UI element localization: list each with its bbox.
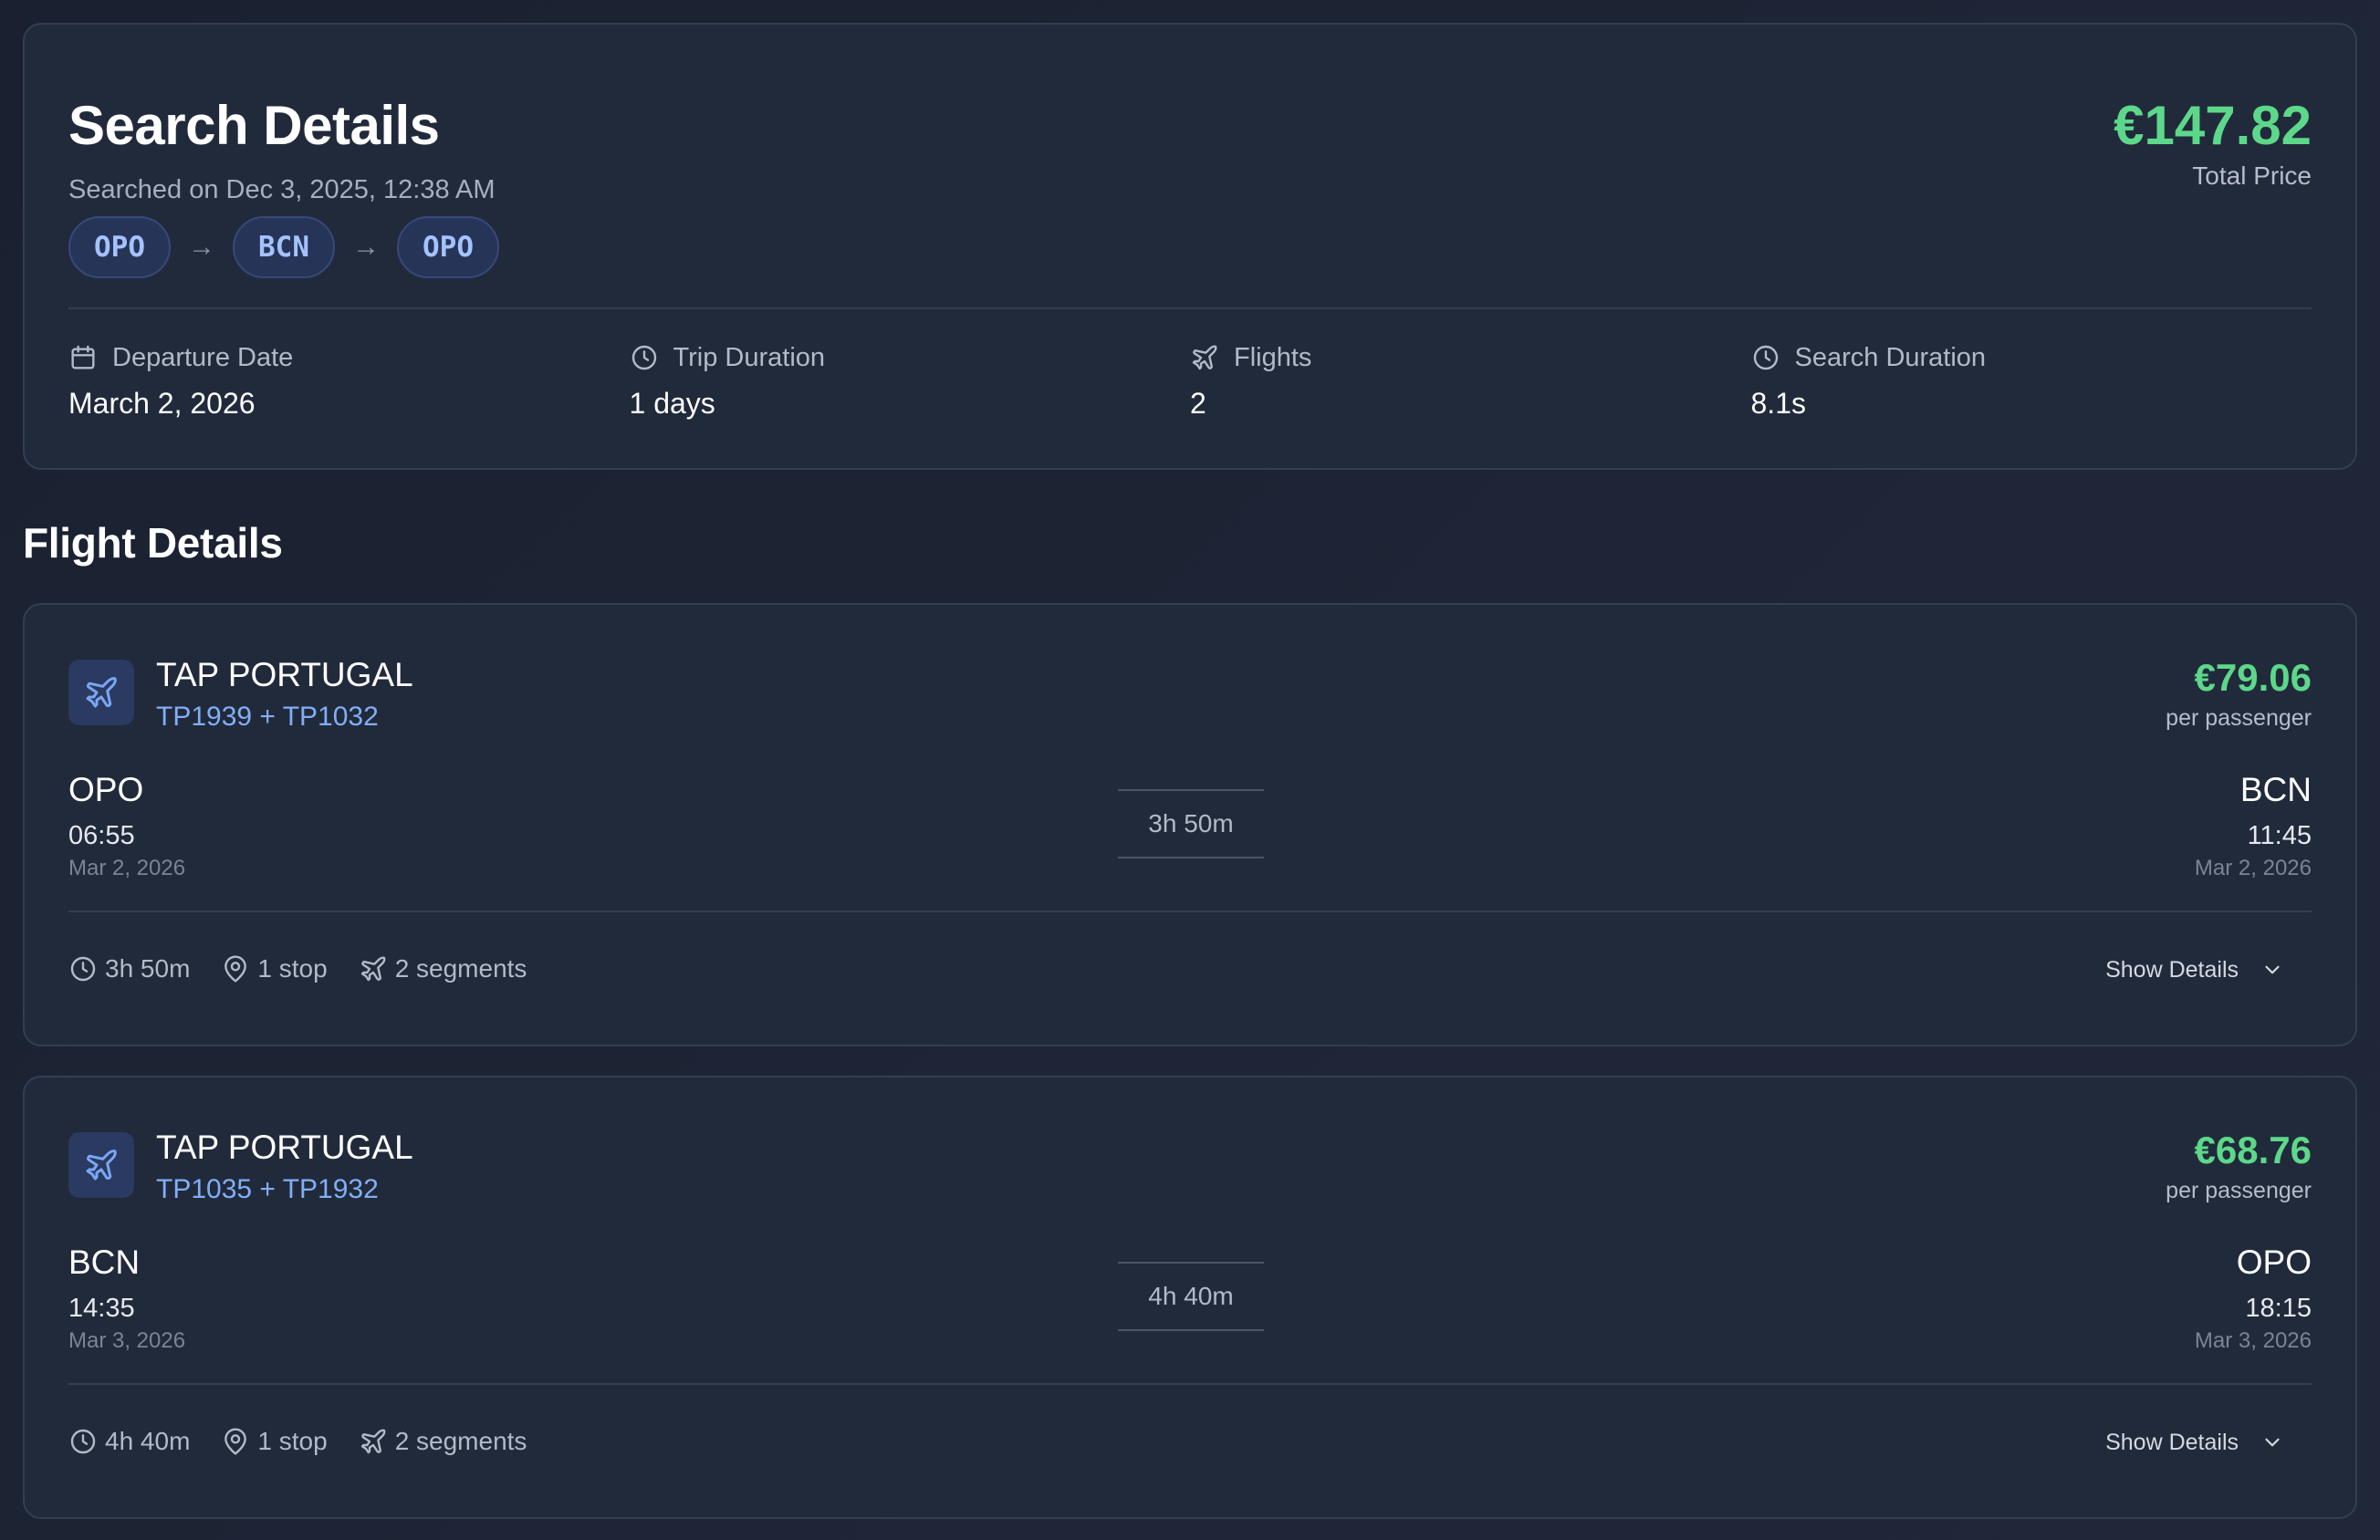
- stat-value: March 2, 2026: [68, 387, 256, 420]
- stat-value: 1 days: [629, 387, 715, 420]
- chevron-down-icon: [2265, 965, 2280, 974]
- meta-stops-text: 1 stop: [257, 1427, 328, 1455]
- search-stats: Departure Date March 2, 2026 Trip Durati…: [68, 339, 2312, 421]
- arrival-date: Mar 2, 2026: [2194, 856, 2312, 880]
- departure-date: Mar 2, 2026: [68, 856, 186, 880]
- meta-duration-text: 4h 40m: [105, 1427, 191, 1455]
- flight-card: TAP PORTUGAL TP1035 + TP1932 €68.76 per …: [23, 1076, 2357, 1519]
- stat-value: 8.1s: [1750, 387, 1806, 420]
- destination-code: OPO: [2236, 1243, 2312, 1281]
- plane-icon: [360, 1429, 386, 1454]
- route-chips: OPO → BCN → OPO: [68, 216, 499, 278]
- meta-duration-text: 3h 50m: [105, 954, 191, 983]
- flight-price: €68.76: [2194, 1129, 2312, 1171]
- arrow-right-icon: →: [188, 232, 215, 262]
- route-chip-stop: BCN: [233, 216, 335, 278]
- flight-details-title: Flight Details: [23, 519, 283, 567]
- stat-label: Departure Date: [112, 342, 294, 372]
- flight-duration: 3h 50m: [1118, 789, 1264, 858]
- clock-icon: [632, 345, 656, 370]
- meta-duration: 3h 50m: [68, 954, 190, 983]
- arrow-right-icon: →: [352, 232, 380, 262]
- meta-stops-text: 1 stop: [257, 954, 328, 983]
- show-details-button[interactable]: Show Details: [2105, 1422, 2312, 1462]
- map-pin-icon: [224, 1428, 247, 1455]
- destination-code: BCN: [2239, 771, 2312, 808]
- plane-icon: [360, 956, 386, 982]
- search-details-title: Search Details: [68, 95, 440, 156]
- page: Search Details Searched on Dec 3, 2025, …: [0, 0, 2380, 1540]
- divider: [68, 1383, 2312, 1385]
- flight-numbers: TP1939 + TP1032: [156, 702, 379, 732]
- chevron-down-icon: [2265, 1438, 2280, 1447]
- departure-time: 14:35: [68, 1294, 135, 1323]
- airline-name: TAP PORTUGAL: [156, 656, 413, 693]
- plane-icon: [1192, 345, 1217, 370]
- clock-icon: [70, 956, 96, 982]
- route-chip-origin: OPO: [68, 216, 171, 278]
- flight-duration: 4h 40m: [1118, 1262, 1264, 1331]
- flight-card: TAP PORTUGAL TP1939 + TP1032 €79.06 per …: [23, 603, 2357, 1046]
- route-chip-return: OPO: [397, 216, 499, 278]
- show-details-label: Show Details: [2105, 1429, 2239, 1455]
- stat-departure-date: Departure Date March 2, 2026: [68, 339, 630, 421]
- flight-numbers: TP1035 + TP1932: [156, 1174, 379, 1204]
- meta-segments: 2 segments: [359, 954, 527, 983]
- stat-trip-duration: Trip Duration 1 days: [630, 339, 1191, 421]
- meta-segments-text: 2 segments: [394, 954, 527, 983]
- meta-segments-text: 2 segments: [394, 1427, 527, 1455]
- map-pin-icon: [224, 955, 247, 983]
- arrival-time: 11:45: [2247, 821, 2312, 850]
- total-price: €147.82: [2114, 95, 2312, 156]
- flight-price: €79.06: [2194, 656, 2312, 699]
- show-details-label: Show Details: [2105, 956, 2239, 983]
- flight-meta: 3h 50m 1 stop 2 segments: [68, 954, 558, 983]
- divider: [68, 307, 2312, 309]
- total-price-label: Total Price: [2192, 161, 2312, 190]
- plane-icon: [86, 1150, 117, 1181]
- price-label: per passenger: [2166, 705, 2312, 731]
- stat-label: Flights: [1234, 342, 1312, 372]
- meta-duration: 4h 40m: [68, 1427, 190, 1456]
- stat-flights: Flights 2: [1190, 339, 1751, 421]
- stat-label: Trip Duration: [673, 342, 826, 372]
- airline-name: TAP PORTUGAL: [156, 1129, 413, 1166]
- show-details-button[interactable]: Show Details: [2105, 950, 2312, 990]
- airline-logo: [68, 660, 134, 725]
- plane-icon: [86, 677, 117, 708]
- airline-logo: [68, 1132, 134, 1198]
- arrival-date: Mar 3, 2026: [2194, 1328, 2312, 1353]
- origin-code: OPO: [68, 771, 144, 808]
- searched-on-text: Searched on Dec 3, 2025, 12:38 AM: [68, 175, 496, 204]
- flight-meta: 4h 40m 1 stop 2 segments: [68, 1427, 558, 1456]
- clock-icon: [1753, 345, 1778, 370]
- price-label: per passenger: [2166, 1178, 2312, 1203]
- calendar-icon: [71, 345, 95, 369]
- stat-label: Search Duration: [1794, 342, 1987, 372]
- departure-time: 06:55: [68, 821, 135, 850]
- search-details-card: Search Details Searched on Dec 3, 2025, …: [23, 23, 2357, 470]
- meta-stops: 1 stop: [221, 954, 328, 983]
- origin-code: BCN: [68, 1243, 141, 1281]
- arrival-time: 18:15: [2245, 1294, 2312, 1323]
- meta-stops: 1 stop: [221, 1427, 328, 1456]
- meta-segments: 2 segments: [359, 1427, 527, 1456]
- clock-icon: [70, 1429, 96, 1454]
- departure-date: Mar 3, 2026: [68, 1328, 186, 1353]
- stat-search-duration: Search Duration 8.1s: [1751, 339, 2312, 421]
- stat-value: 2: [1190, 387, 1206, 420]
- divider: [68, 910, 2312, 912]
